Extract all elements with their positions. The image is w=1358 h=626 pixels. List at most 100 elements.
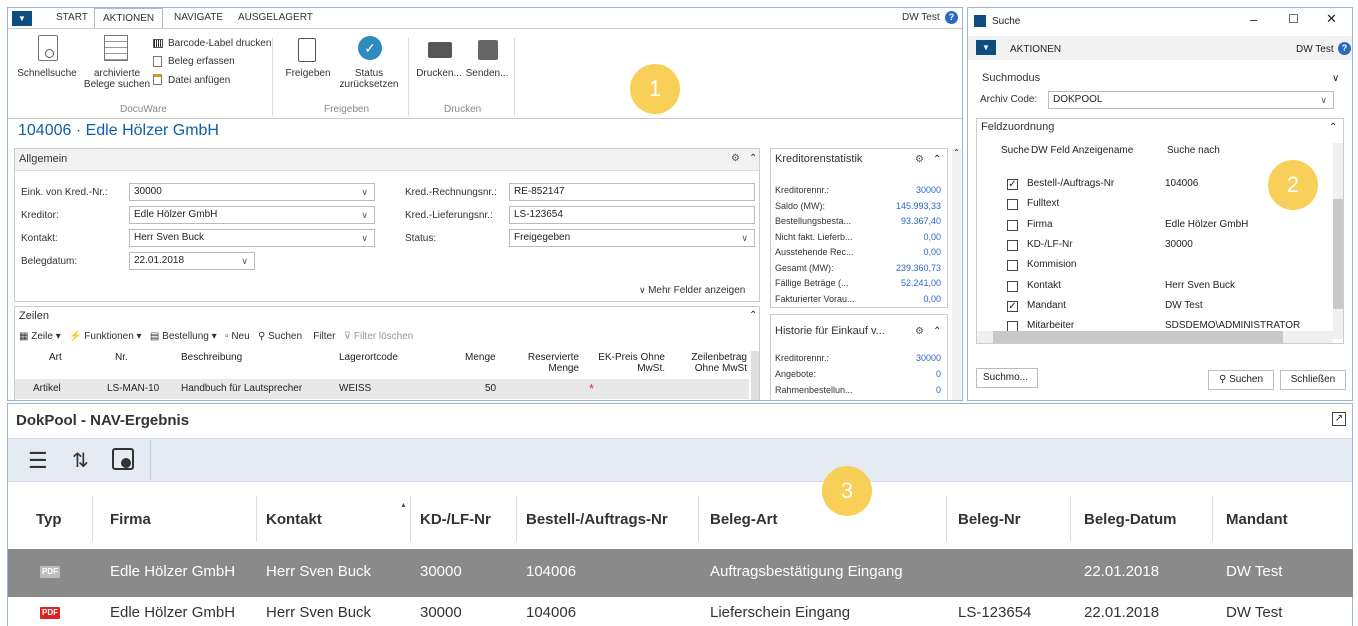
- field-value[interactable]: 104006: [1165, 178, 1198, 189]
- archivierte-button[interactable]: archivierte Belege suchen: [82, 68, 152, 90]
- collapse-icon[interactable]: ⌃: [1329, 122, 1337, 133]
- archiv-code-field[interactable]: DOKPOOL ∨: [1048, 91, 1334, 109]
- kreditor-field[interactable]: Edle Hölzer GmbH ∨: [129, 206, 375, 224]
- sort-icon[interactable]: ⇅: [72, 448, 89, 473]
- freigeben-button[interactable]: Freigeben: [284, 68, 332, 79]
- kontakt-field[interactable]: Herr Sven Buck ∨: [129, 229, 375, 247]
- table-cell[interactable]: Edle Hölzer GmbH: [110, 563, 235, 580]
- col-header[interactable]: Firma: [110, 511, 151, 528]
- senden-button[interactable]: Senden...: [464, 68, 510, 79]
- suchmodus-title[interactable]: Suchmodus: [982, 72, 1040, 84]
- list-view-icon[interactable]: ☰: [28, 448, 48, 474]
- field-value[interactable]: Edle Hölzer GmbH: [1165, 219, 1248, 230]
- stat-value[interactable]: 239.360,73: [867, 263, 941, 273]
- collapse-icon[interactable]: ⌃: [749, 153, 757, 164]
- settings-icon[interactable]: ⚙: [915, 154, 924, 165]
- schnellsuche-button[interactable]: Schnellsuche: [14, 68, 80, 79]
- table-cell[interactable]: 104006: [526, 563, 576, 580]
- field-value[interactable]: DW Test: [1165, 300, 1203, 311]
- col-header[interactable]: Mandant: [1226, 511, 1288, 528]
- tab-start[interactable]: START: [48, 8, 96, 28]
- suchen-button[interactable]: Suchen: [268, 331, 302, 342]
- schliessen-button[interactable]: Schließen: [1280, 370, 1346, 390]
- checkbox[interactable]: ✓: [1007, 179, 1018, 190]
- close-button[interactable]: ✕: [1326, 11, 1337, 27]
- col-separator[interactable]: [516, 496, 517, 542]
- checkbox[interactable]: [1007, 199, 1018, 211]
- checkbox[interactable]: [1007, 280, 1018, 292]
- col-separator[interactable]: [410, 496, 411, 542]
- stat-value[interactable]: 0,00: [867, 232, 941, 242]
- collapse-icon[interactable]: ⌃: [933, 154, 941, 165]
- zeilen-scrollbar[interactable]: [751, 351, 759, 400]
- stat-value[interactable]: 0: [867, 385, 941, 395]
- history-doc-icon[interactable]: [112, 448, 134, 470]
- belegdatum-field[interactable]: 22.01.2018 ∨: [129, 252, 255, 270]
- status-button[interactable]: Status zurücksetzen: [336, 68, 402, 90]
- neu-button[interactable]: Neu: [231, 331, 249, 342]
- field-value[interactable]: 30000: [1165, 239, 1193, 250]
- tab-aktionen[interactable]: AKTIONEN: [94, 8, 164, 28]
- suchmo-button[interactable]: Suchmo...: [976, 368, 1038, 388]
- table-cell[interactable]: Herr Sven Buck: [266, 563, 371, 580]
- table-cell[interactable]: 30000: [420, 563, 462, 580]
- table-row[interactable]: Artikel LS-MAN-10 Handbuch für Lautsprec…: [15, 379, 749, 399]
- stat-value[interactable]: 145.993,33: [867, 201, 941, 211]
- tab-ausgelagert[interactable]: AUSGELAGERT: [230, 8, 321, 28]
- col-header[interactable]: Beleg-Datum: [1084, 511, 1177, 528]
- col-ek-preis[interactable]: EK-Preis Ohne MwSt.: [593, 352, 665, 374]
- help-icon[interactable]: ?: [1338, 42, 1351, 55]
- col-header[interactable]: KD-/LF-Nr: [420, 511, 491, 528]
- col-header[interactable]: Kontakt: [266, 511, 322, 528]
- table-cell[interactable]: 22.01.2018: [1084, 563, 1159, 580]
- col-reserviert[interactable]: Reservierte Menge: [521, 352, 579, 374]
- col-beschreibung[interactable]: Beschreibung: [181, 352, 242, 363]
- factbox-scrollbar[interactable]: ⌃: [952, 148, 961, 400]
- collapse-icon[interactable]: ⌃: [749, 310, 757, 321]
- beleg-erfassen-button[interactable]: Beleg erfassen: [168, 56, 235, 67]
- col-lagerortcode[interactable]: Lagerortcode: [339, 352, 398, 363]
- checkbox[interactable]: [1007, 219, 1018, 231]
- col-separator[interactable]: [946, 496, 947, 542]
- stat-value[interactable]: 93.367,40: [867, 216, 941, 226]
- horizontal-scrollbar[interactable]: [977, 331, 1333, 343]
- liefer-field[interactable]: LS-123654: [509, 206, 755, 224]
- collapse-icon[interactable]: ⌃: [933, 326, 941, 337]
- minimize-button[interactable]: –: [1250, 12, 1257, 27]
- stat-value[interactable]: 30000: [867, 185, 941, 195]
- field-value[interactable]: SDSDEMO\ADMINISTRATOR: [1165, 320, 1300, 331]
- datei-anfuegen-button[interactable]: Datei anfügen: [168, 75, 230, 86]
- rechnung-field[interactable]: RE-852147: [509, 183, 755, 201]
- col-menge[interactable]: Menge: [465, 352, 496, 363]
- stat-value[interactable]: 0: [867, 369, 941, 379]
- col-nr[interactable]: Nr.: [115, 352, 128, 363]
- col-separator[interactable]: [256, 496, 257, 542]
- expand-icon[interactable]: ↗: [1332, 412, 1346, 426]
- stat-value[interactable]: 30000: [867, 353, 941, 363]
- col-header[interactable]: Bestell-/Auftrags-Nr: [526, 511, 668, 528]
- drucken-button[interactable]: Drucken...: [416, 68, 462, 79]
- vertical-scrollbar[interactable]: [1333, 143, 1343, 339]
- filter-loeschen-button[interactable]: Filter löschen: [354, 331, 413, 342]
- stat-value[interactable]: 0,00: [867, 247, 941, 257]
- table-cell[interactable]: DW Test: [1226, 563, 1282, 580]
- suchen-button[interactable]: ⚲ Suchen: [1208, 370, 1274, 390]
- settings-icon[interactable]: ⚙: [915, 326, 924, 337]
- funktionen-menu[interactable]: Funktionen: [84, 331, 133, 342]
- col-art[interactable]: Art: [49, 352, 62, 363]
- col-separator[interactable]: [92, 496, 93, 542]
- app-menu-button[interactable]: ▼: [12, 11, 32, 26]
- settings-icon[interactable]: ⚙: [731, 153, 740, 164]
- app-menu-button[interactable]: ▼: [976, 40, 996, 55]
- col-header[interactable]: Beleg-Nr: [958, 511, 1021, 528]
- col-separator[interactable]: [698, 496, 699, 542]
- col-header[interactable]: Beleg-Art: [710, 511, 778, 528]
- barcode-button[interactable]: Barcode-Label drucken: [168, 38, 271, 49]
- zeile-menu[interactable]: Zeile: [31, 331, 53, 342]
- chevron-down-icon[interactable]: ∨: [1332, 73, 1339, 84]
- mehr-felder-link[interactable]: ∨ Mehr Felder anzeigen: [639, 285, 745, 296]
- help-icon[interactable]: ?: [945, 11, 958, 24]
- tab-navigate[interactable]: NAVIGATE: [166, 8, 231, 28]
- status-field[interactable]: Freigegeben ∨: [509, 229, 755, 247]
- eink-field[interactable]: 30000 ∨: [129, 183, 375, 201]
